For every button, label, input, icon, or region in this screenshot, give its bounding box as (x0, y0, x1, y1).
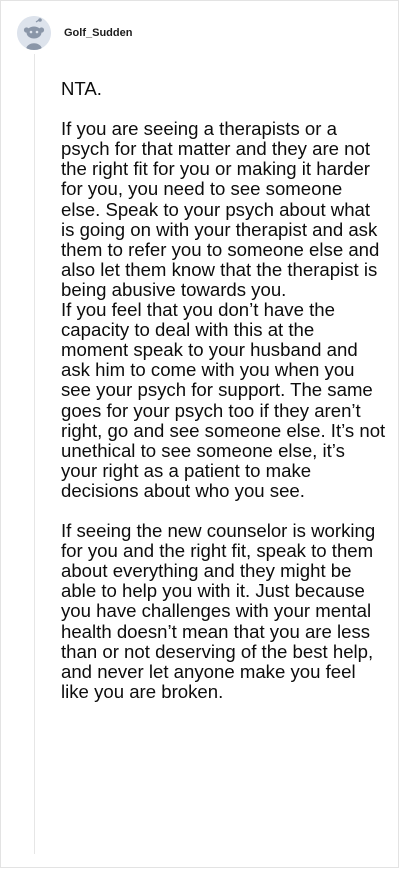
comment-card: Golf_Sudden NTA. If you are seeing a the… (0, 0, 400, 869)
comment-text: NTA. If you are seeing a therapists or a… (61, 78, 386, 702)
comment-header: Golf_Sudden (17, 16, 132, 50)
thread-line[interactable] (34, 54, 35, 854)
reddit-snoo-avatar-icon[interactable] (17, 16, 51, 50)
username[interactable]: Golf_Sudden (64, 27, 132, 39)
